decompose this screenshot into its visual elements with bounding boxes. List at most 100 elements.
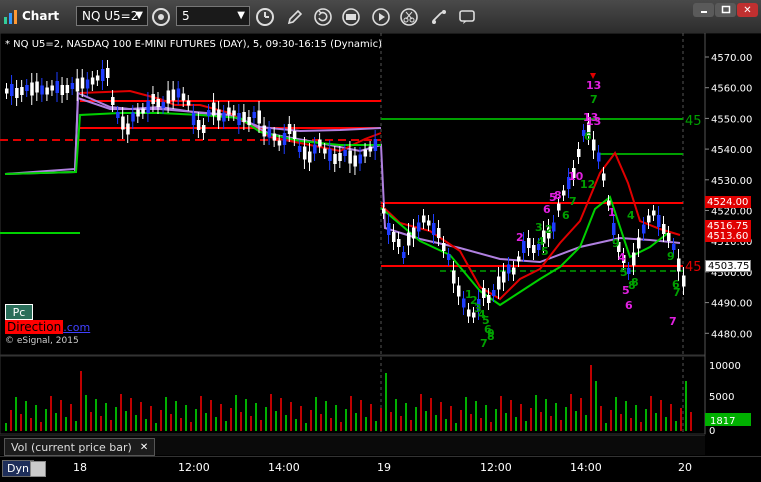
price-tick-label: 4570.00	[711, 53, 752, 64]
candle-body	[136, 109, 140, 117]
symbol-input[interactable]: NQ U5=2 ▼	[76, 6, 148, 26]
candle-body	[176, 88, 181, 98]
candle-body	[156, 99, 160, 107]
candle-body	[277, 140, 282, 146]
candle-body	[432, 223, 436, 235]
candle-body	[497, 276, 501, 290]
volume-bar	[590, 365, 592, 431]
td-label: 1	[608, 206, 616, 219]
watermark-brand-name: Direction	[5, 320, 64, 334]
copyright: © eSignal, 2015	[5, 336, 79, 346]
candle-body	[597, 152, 601, 162]
candle-body	[80, 77, 85, 89]
candle-body	[632, 252, 636, 266]
minimize-button[interactable]	[693, 3, 714, 17]
volume-bar	[565, 407, 567, 431]
chevron-down-icon[interactable]: ▼	[237, 10, 245, 21]
candle-body	[196, 120, 201, 130]
clock-icon[interactable]	[254, 6, 276, 28]
td-label: 13	[586, 115, 601, 128]
candle-body	[427, 220, 431, 226]
volume-bar	[15, 397, 17, 431]
refresh-icon[interactable]	[312, 6, 334, 28]
price-chart[interactable]: 13 7 13 6 10 5 8 6 2 1 2 3 4 5 6 7 8 9 4 5 6 7 1 2 3 4 5 6 7 8 9 13 12 8…	[0, 33, 761, 481]
candle-body	[612, 223, 616, 235]
volume-bar	[435, 415, 437, 431]
candle-body	[111, 97, 115, 105]
candle-body	[232, 110, 236, 116]
volume-bar	[500, 396, 502, 431]
volume-bar	[150, 406, 152, 431]
price-box: 4524.00	[705, 196, 751, 208]
volume-bar	[105, 403, 107, 431]
volume-bar	[575, 411, 577, 431]
volume-bar	[225, 421, 227, 431]
chart-canvas[interactable]: 13 7136105862123456789456712345678913128…	[0, 33, 761, 481]
volume-bar	[255, 403, 257, 431]
volume-bar	[340, 422, 342, 431]
candle-body	[358, 154, 362, 164]
td-label: 6	[625, 299, 633, 312]
candle-body	[417, 222, 421, 232]
volume-bar	[155, 423, 157, 431]
candle-body	[382, 208, 386, 214]
last-price-box: 4503.75	[705, 260, 751, 272]
volume-indicator-tab[interactable]: Vol (current price bar) ✕	[4, 438, 156, 456]
volume-bar	[650, 396, 652, 431]
volume-bar	[675, 421, 677, 431]
candle-body	[85, 79, 90, 89]
candle-body	[677, 258, 681, 272]
volume-bar	[130, 398, 132, 431]
candle-body	[146, 101, 150, 113]
volume-bar	[215, 417, 217, 431]
close-icon[interactable]: ✕	[140, 442, 148, 453]
volume-bar	[425, 411, 427, 431]
volume-bar	[280, 398, 282, 431]
watermark-logo: Pc	[5, 304, 33, 320]
volume-bar	[65, 417, 67, 431]
scissors-icon[interactable]	[398, 6, 420, 28]
volume-bar	[200, 396, 202, 431]
candle-body	[662, 224, 666, 234]
volume-bar	[290, 402, 292, 431]
volume-bar	[145, 419, 147, 431]
volume-bar	[265, 407, 267, 431]
interval-settings-icon[interactable]	[150, 6, 172, 28]
time-axis: Dyn 18 12:00 14:00 19 12:00 14:00 20	[0, 456, 761, 482]
td-label: 7	[590, 93, 598, 106]
maximize-button[interactable]	[715, 3, 736, 17]
dyn-label: Dyn	[7, 462, 29, 475]
volume-bar	[180, 418, 182, 431]
candle-body	[166, 90, 171, 104]
volume-bar	[670, 404, 672, 431]
td-label: 6	[562, 209, 570, 222]
chevron-down-icon[interactable]: ▼	[135, 10, 143, 21]
candle-body	[287, 124, 292, 134]
td-label: 9	[667, 250, 675, 263]
link-icon[interactable]	[428, 6, 450, 28]
candle-body	[171, 89, 176, 101]
candle-body	[557, 203, 561, 211]
volume-bar	[55, 413, 57, 431]
price-tick-label: 4490.00	[711, 299, 752, 310]
chat-icon[interactable]	[456, 6, 478, 28]
volume-bar	[210, 400, 212, 431]
indicator-tab-bar: Vol (current price bar) ✕	[0, 435, 705, 456]
candle-body	[607, 200, 611, 206]
interval-input[interactable]: 5 ▼	[176, 6, 250, 26]
close-button[interactable]: ✕	[737, 3, 758, 17]
volume-bar	[95, 399, 97, 431]
volume-bar	[40, 422, 42, 431]
volume-bar	[370, 404, 372, 431]
quote-sheet-icon[interactable]	[340, 6, 362, 28]
play-icon[interactable]	[370, 6, 392, 28]
candle-body	[482, 288, 486, 298]
volume-bar	[540, 412, 542, 431]
candle-body	[100, 69, 105, 81]
volume-bar	[420, 394, 422, 431]
candle-body	[437, 228, 441, 238]
volume-bar	[410, 420, 412, 431]
pencil-icon[interactable]	[284, 6, 306, 28]
zoom-icon[interactable]	[30, 461, 46, 477]
volume-bar	[505, 413, 507, 431]
